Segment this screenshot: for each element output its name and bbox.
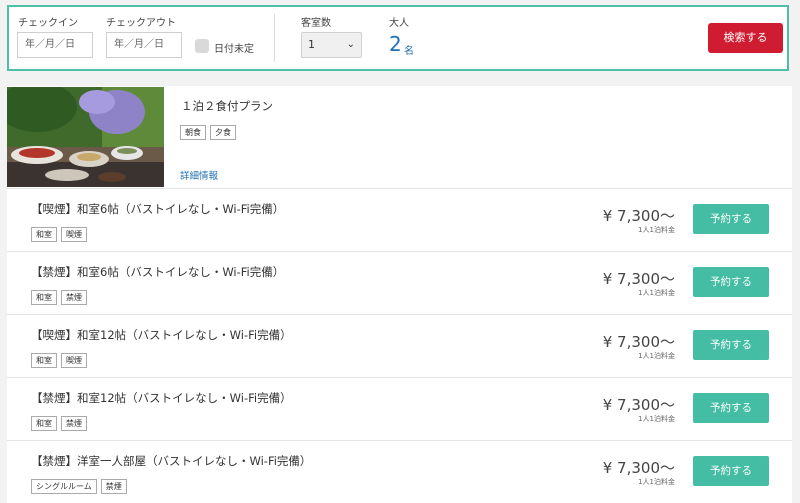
reserve-button[interactable]: 予約する <box>693 456 769 486</box>
room-row: 【喫煙】和室6帖（バストイレなし・Wi-Fi完備） 和室 喫煙 ¥ 7,300〜 … <box>7 188 792 251</box>
reserve-button[interactable]: 予約する <box>693 330 769 360</box>
checkin-label: チェックイン <box>18 18 78 29</box>
room-tag: 禁煙 <box>61 416 87 431</box>
room-tag: 禁煙 <box>100 479 127 494</box>
date-undecided-checkbox[interactable] <box>195 39 209 53</box>
chevron-down-icon: ⌄ <box>346 39 355 50</box>
room-tags: 和室 喫煙 <box>31 222 91 242</box>
room-tag: 喫煙 <box>61 353 87 368</box>
search-panel: チェックイン 年／月／日 チェックアウト 年／月／日 日付未定 客室数 1 ⌄ … <box>7 5 789 71</box>
room-price: ¥ 7,300〜 <box>602 333 675 351</box>
adults-label: 大人 <box>389 18 409 29</box>
room-tag: 喫煙 <box>61 227 87 242</box>
room-price-note: 1人1泊料金 <box>638 415 675 423</box>
room-row: 【禁煙】和室12帖（バストイレなし・Wi-Fi完備） 和室 禁煙 ¥ 7,300〜… <box>7 377 792 440</box>
room-name: 【禁煙】和室6帖（バストイレなし・Wi-Fi完備） <box>31 265 285 279</box>
plan-photo <box>7 87 164 187</box>
plan-tag: 夕食 <box>210 125 236 140</box>
plan-details-link[interactable]: 詳細情報 <box>180 168 218 182</box>
room-name: 【喫煙】和室12帖（バストイレなし・Wi-Fi完備） <box>31 328 292 342</box>
room-name: 【禁煙】洋室一人部屋（バストイレなし・Wi-Fi完備） <box>31 454 312 468</box>
plan-tags: 朝食 夕食 <box>180 120 240 140</box>
room-list: 【喫煙】和室6帖（バストイレなし・Wi-Fi完備） 和室 喫煙 ¥ 7,300〜 … <box>7 188 792 503</box>
room-price-note: 1人1泊料金 <box>638 289 675 297</box>
room-name: 【喫煙】和室6帖（バストイレなし・Wi-Fi完備） <box>31 202 285 216</box>
rooms-select-value: 1 <box>308 38 315 51</box>
room-tag: 和室 <box>31 290 57 305</box>
room-tag: 禁煙 <box>61 290 87 305</box>
checkout-label: チェックアウト <box>106 18 176 29</box>
room-price-note: 1人1泊料金 <box>638 478 675 486</box>
room-price: ¥ 7,300〜 <box>602 207 675 225</box>
room-tags: 和室 禁煙 <box>31 411 91 431</box>
reserve-button[interactable]: 予約する <box>693 393 769 423</box>
room-tag: 和室 <box>31 227 57 242</box>
room-tag: 和室 <box>31 416 57 431</box>
room-price: ¥ 7,300〜 <box>602 396 675 414</box>
room-price-note: 1人1泊料金 <box>638 226 675 234</box>
room-tags: シングルルーム 禁煙 <box>31 474 131 494</box>
checkout-input[interactable]: 年／月／日 <box>106 32 182 58</box>
room-name: 【禁煙】和室12帖（バストイレなし・Wi-Fi完備） <box>31 391 292 405</box>
room-price: ¥ 7,300〜 <box>602 459 675 477</box>
search-button[interactable]: 検索する <box>708 23 783 53</box>
room-tags: 和室 禁煙 <box>31 285 91 305</box>
room-price: ¥ 7,300〜 <box>602 270 675 288</box>
room-price-note: 1人1泊料金 <box>638 352 675 360</box>
adults-unit: 名 <box>404 46 414 57</box>
room-row: 【禁煙】和室6帖（バストイレなし・Wi-Fi完備） 和室 禁煙 ¥ 7,300〜 … <box>7 251 792 314</box>
adults-count[interactable]: 2 <box>389 32 402 56</box>
rooms-select[interactable]: 1 ⌄ <box>301 32 362 58</box>
room-tag: 和室 <box>31 353 57 368</box>
date-undecided-label: 日付未定 <box>214 44 254 55</box>
plan-tag: 朝食 <box>180 125 206 140</box>
plan-title: １泊２食付プラン <box>181 99 273 113</box>
plan-card: １泊２食付プラン 朝食 夕食 詳細情報 <box>7 86 792 188</box>
room-tags: 和室 喫煙 <box>31 348 91 368</box>
rooms-label: 客室数 <box>301 18 331 29</box>
checkin-input[interactable]: 年／月／日 <box>17 32 93 58</box>
plan-photo-image <box>7 87 164 187</box>
room-row: 【喫煙】和室12帖（バストイレなし・Wi-Fi完備） 和室 喫煙 ¥ 7,300〜… <box>7 314 792 377</box>
reserve-button[interactable]: 予約する <box>693 267 769 297</box>
reserve-button[interactable]: 予約する <box>693 204 769 234</box>
search-divider <box>274 14 275 62</box>
room-tag: シングルルーム <box>31 479 97 494</box>
room-row: 【禁煙】洋室一人部屋（バストイレなし・Wi-Fi完備） シングルルーム 禁煙 ¥ … <box>7 440 792 503</box>
